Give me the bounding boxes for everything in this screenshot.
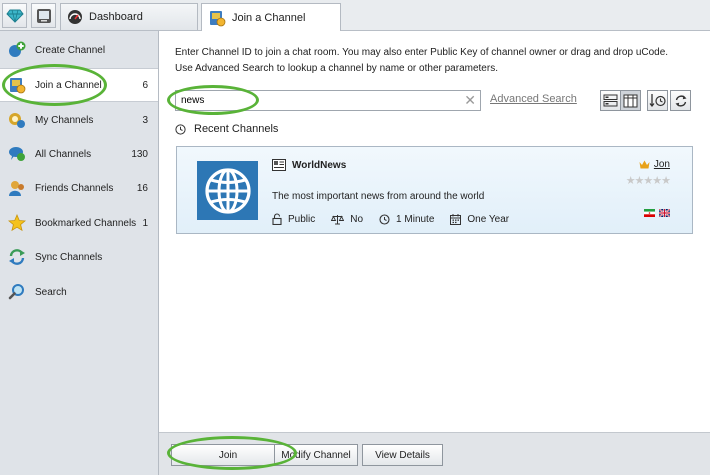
sidebar-item-count: 3 [142, 114, 148, 126]
list-view-icon [603, 94, 618, 107]
channel-search-box: ✕ [175, 90, 481, 111]
sidebar-item-create-channel[interactable]: Create Channel [0, 33, 158, 67]
channel-owner: Jon [639, 159, 670, 170]
magnifier-icon [8, 283, 26, 301]
moderation-meta: No [331, 214, 363, 225]
tab-label: Join a Channel [232, 12, 306, 24]
clock-icon [175, 123, 186, 135]
join-button[interactable]: Join [171, 444, 285, 466]
monitor-button[interactable] [31, 3, 56, 28]
main-panel: Enter Channel ID to join a chat room. Yo… [159, 31, 710, 475]
timer-icon [379, 213, 390, 225]
sidebar-item-count: 16 [136, 182, 148, 194]
sidebar-item-count: 130 [131, 148, 148, 160]
sidebar-item-label: Join a Channel [35, 79, 102, 91]
diamond-icon [5, 9, 24, 23]
my-channels-icon [8, 111, 26, 129]
owner-name[interactable]: Jon [654, 159, 670, 170]
sidebar-item-label: Create Channel [35, 44, 106, 56]
newspaper-icon [272, 159, 286, 171]
sidebar-item-count: 1 [142, 217, 148, 229]
sidebar-item-all-channels[interactable]: All Channels 130 [0, 137, 158, 171]
grid-view-button[interactable] [620, 90, 641, 111]
recent-channels-title: Recent Channels [194, 123, 279, 135]
channel-meta: Public No 1 Minute One Year [272, 213, 525, 225]
retention-meta: One Year [450, 213, 510, 225]
rating-stars[interactable]: ★★★★★ [626, 174, 671, 187]
uk-flag-icon [659, 209, 670, 217]
sidebar-item-my-channels[interactable]: My Channels 3 [0, 103, 158, 137]
sidebar-item-join-channel[interactable]: Join a Channel 6 [0, 68, 158, 102]
channel-image [197, 161, 258, 220]
sort-by-time-button[interactable] [647, 90, 668, 111]
refresh-icon [675, 94, 686, 107]
create-channel-icon [8, 41, 26, 59]
join-channel-icon [210, 11, 226, 27]
instruction-line: Use Advanced Search to lookup a channel … [175, 63, 498, 74]
list-view-button[interactable] [600, 90, 621, 111]
tab-join-channel[interactable]: Join a Channel [201, 3, 341, 32]
refresh-button[interactable] [670, 90, 691, 111]
star-icon [8, 214, 26, 232]
sidebar-item-bookmarked-channels[interactable]: Bookmarked Channels 1 [0, 206, 158, 240]
globe-icon [204, 167, 251, 214]
language-flags [644, 209, 670, 217]
table-view-icon [623, 94, 638, 107]
channel-description: The most important news from around the … [272, 191, 485, 202]
channel-card[interactable]: WorldNews Jon ★★★★★ The most important n… [176, 146, 693, 234]
friends-channels-icon [8, 179, 26, 197]
tab-dashboard[interactable]: Dashboard [60, 3, 198, 30]
instruction-line: Enter Channel ID to join a chat room. Yo… [175, 47, 669, 58]
visibility-meta: Public [272, 213, 315, 225]
sidebar-item-friends-channels[interactable]: Friends Channels 16 [0, 171, 158, 205]
scales-icon [331, 214, 345, 224]
visibility-value: Public [288, 213, 316, 225]
sync-icon [8, 248, 26, 266]
advanced-search-link[interactable]: Advanced Search [490, 93, 577, 105]
retention-value: One Year [467, 213, 510, 225]
calendar-icon [450, 213, 462, 225]
channel-title: WorldNews [272, 159, 346, 171]
sidebar-item-count: 6 [142, 79, 148, 91]
sidebar-item-search[interactable]: Search [0, 275, 158, 309]
tab-label: Dashboard [89, 11, 143, 23]
tab-bar: Dashboard Join a Channel [0, 0, 710, 32]
sidebar-item-label: Search [35, 286, 67, 298]
sidebar-item-label: Sync Channels [35, 251, 103, 263]
app-logo-button[interactable] [2, 3, 27, 28]
iran-flag-icon [644, 209, 655, 217]
interval-meta: 1 Minute [379, 214, 434, 225]
channel-name: WorldNews [292, 159, 347, 171]
recent-channels-header: Recent Channels [175, 123, 278, 135]
sidebar-item-label: My Channels [35, 114, 94, 126]
interval-value: 1 Minute [396, 213, 435, 225]
sidebar-item-label: All Channels [35, 148, 92, 160]
sidebar-item-label: Friends Channels [35, 182, 114, 194]
sort-clock-icon [649, 94, 666, 108]
instructions: Enter Channel ID to join a chat room. Yo… [175, 45, 695, 77]
moderation-value: No [350, 213, 364, 225]
channel-search-input[interactable] [176, 91, 456, 110]
join-channel-icon [8, 76, 26, 94]
sidebar-item-sync-channels[interactable]: Sync Channels [0, 240, 158, 274]
crown-icon [639, 160, 650, 169]
sidebar-item-label: Bookmarked Channels [35, 217, 137, 229]
clear-icon[interactable]: ✕ [464, 93, 476, 108]
view-details-button[interactable]: View Details [362, 444, 443, 466]
monitor-icon [36, 8, 51, 23]
sidebar: Create Channel Join a Channel 6 My Chann… [0, 31, 159, 475]
all-channels-icon [8, 145, 26, 163]
gauge-icon [68, 10, 82, 24]
modify-channel-button[interactable]: Modify Channel [274, 444, 358, 466]
lock-icon [272, 213, 282, 225]
action-bar: Join Modify Channel View Details [159, 432, 710, 475]
